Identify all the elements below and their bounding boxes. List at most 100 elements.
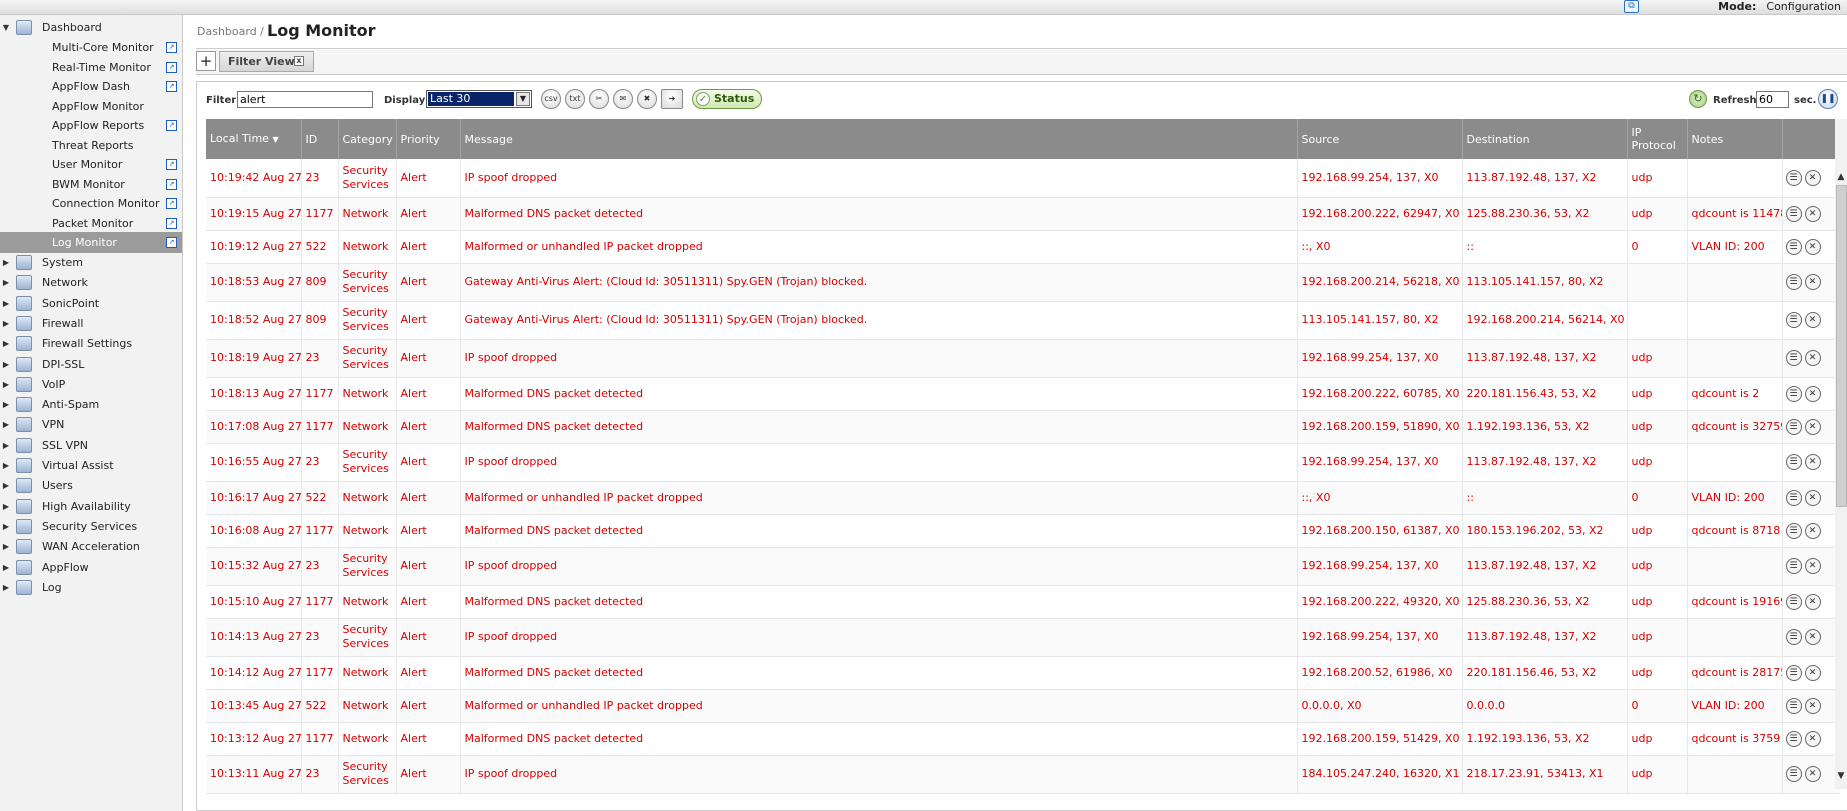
- delete-icon[interactable]: ✕: [1804, 454, 1821, 470]
- delete-icon[interactable]: ✕: [1804, 593, 1821, 610]
- collapsed-arrow-icon[interactable]: ▶: [0, 400, 12, 409]
- details-icon[interactable]: ☰: [1785, 629, 1802, 645]
- refresh-icon[interactable]: ↻: [1689, 90, 1707, 108]
- table-row[interactable]: 10:18:19 Aug 27 23 Security Services Alert I…: [206, 339, 1840, 378]
- sidebar-item-ssl-vpn[interactable]: ▶ SSL VPN: [0, 434, 182, 456]
- table-row[interactable]: 10:16:55 Aug 27 23 Security Services Alert I…: [206, 443, 1840, 482]
- sidebar-item-vpn[interactable]: ▶ VPN: [0, 414, 182, 436]
- collapsed-arrow-icon[interactable]: ▶: [0, 319, 12, 328]
- delete-icon[interactable]: ✕: [1804, 238, 1821, 255]
- sidebar-item-connection-monitor[interactable]: Connection Monitor ↗: [0, 193, 182, 214]
- display-range-select[interactable]: Last 30 minutes ▼: [426, 90, 532, 119]
- column-header-local-time[interactable]: Local Time ▼: [206, 119, 302, 159]
- popout-icon[interactable]: ↗: [166, 237, 177, 248]
- add-view-button[interactable]: +: [196, 51, 216, 71]
- collapsed-arrow-icon[interactable]: ▶: [0, 380, 12, 389]
- sidebar-item-appflow-dash[interactable]: AppFlow Dash ↗: [0, 76, 182, 97]
- popout-icon[interactable]: ↗: [166, 81, 177, 92]
- popout-icon[interactable]: ↗: [166, 159, 177, 170]
- table-row[interactable]: 10:13:11 Aug 27 23 Security Services Alert I…: [206, 755, 1840, 794]
- sidebar-item-wan-acceleration[interactable]: ▶ WAN Acceleration: [0, 536, 182, 558]
- delete-icon[interactable]: ✕: [1804, 489, 1821, 506]
- table-row[interactable]: 10:19:15 Aug 27 1177 Network Alert Malformed…: [206, 197, 1840, 231]
- scroll-up-icon[interactable]: ▲: [1835, 172, 1847, 183]
- restore-window-icon[interactable]: ⧉: [1624, 0, 1639, 13]
- sidebar-item-users[interactable]: ▶ Users: [0, 475, 182, 497]
- sidebar-item-dashboard[interactable]: ▼ Dashboard: [0, 16, 182, 38]
- vertical-scrollbar[interactable]: ▲ ▼: [1835, 119, 1847, 789]
- sidebar-item-threat-reports[interactable]: Threat Reports: [0, 135, 182, 156]
- status-button[interactable]: ✓ Status: [692, 89, 762, 109]
- delete-icon[interactable]: ✕: [1804, 274, 1821, 290]
- collapsed-arrow-icon[interactable]: ▶: [0, 420, 12, 429]
- table-row[interactable]: 10:19:12 Aug 27 522 Network Alert Malformed …: [206, 230, 1840, 264]
- sidebar-item-firewall[interactable]: ▶ Firewall: [0, 312, 182, 334]
- popout-icon[interactable]: ↗: [166, 178, 177, 190]
- collapsed-arrow-icon[interactable]: ▶: [0, 502, 12, 511]
- table-row[interactable]: 10:19:42 Aug 27 23 Security Services Alert I…: [206, 159, 1840, 198]
- delete-icon[interactable]: ✕: [1804, 522, 1821, 539]
- export-icon[interactable]: ➜: [661, 89, 683, 109]
- delete-icon[interactable]: ✕: [1804, 350, 1821, 366]
- column-header-id[interactable]: ID: [301, 119, 339, 159]
- popout-icon[interactable]: ↗: [166, 217, 177, 229]
- table-row[interactable]: 10:17:08 Aug 27 1177 Network Alert Malformed…: [206, 410, 1840, 444]
- delete-icon[interactable]: ✕: [1804, 558, 1821, 574]
- column-header-message[interactable]: Message: [460, 119, 1298, 159]
- table-row[interactable]: 10:14:12 Aug 27 1177 Network Alert Malformed…: [206, 656, 1840, 690]
- email-log-icon[interactable]: ✉: [613, 89, 633, 109]
- clear-log-icon[interactable]: ✖: [637, 89, 657, 109]
- chevron-down-icon[interactable]: ▼: [516, 92, 530, 106]
- sidebar-item-log-monitor[interactable]: Log Monitor ↗: [0, 232, 182, 253]
- details-icon[interactable]: ☰: [1785, 558, 1802, 574]
- sidebar-item-sonicpoint[interactable]: ▶ SonicPoint: [0, 292, 182, 314]
- mode-value[interactable]: Configuration: [1766, 0, 1841, 13]
- table-row[interactable]: 10:16:08 Aug 27 1177 Network Alert Malformed…: [206, 514, 1840, 548]
- breadcrumb[interactable]: Dashboard /: [197, 25, 264, 38]
- delete-icon[interactable]: ✕: [1804, 169, 1821, 186]
- details-icon[interactable]: ☰: [1785, 238, 1802, 255]
- sidebar-item-anti-spam[interactable]: ▶ Anti-Spam: [0, 394, 182, 416]
- delete-icon[interactable]: ✕: [1804, 385, 1821, 402]
- column-header-category[interactable]: Category: [338, 119, 397, 159]
- collapsed-arrow-icon[interactable]: ▶: [0, 522, 12, 531]
- details-icon[interactable]: ☰: [1785, 312, 1802, 328]
- sidebar-item-firewall-settings[interactable]: ▶ Firewall Settings: [0, 333, 182, 355]
- details-icon[interactable]: ☰: [1785, 522, 1802, 539]
- details-icon[interactable]: ☰: [1785, 730, 1802, 747]
- column-header-destination[interactable]: Destination: [1462, 119, 1628, 159]
- table-row[interactable]: 10:18:13 Aug 27 1177 Network Alert Malformed…: [206, 377, 1840, 411]
- export-csv-button[interactable]: csv: [541, 89, 561, 109]
- popout-icon[interactable]: ↗: [166, 61, 177, 73]
- delete-icon[interactable]: ✕: [1804, 205, 1821, 222]
- sidebar-item-user-monitor[interactable]: User Monitor ↗: [0, 154, 182, 175]
- table-row[interactable]: 10:13:12 Aug 27 1177 Network Alert Malformed…: [206, 722, 1840, 756]
- sidebar-item-voip[interactable]: ▶ VoIP: [0, 373, 182, 395]
- sidebar-item-system[interactable]: ▶ System: [0, 252, 182, 274]
- collapsed-arrow-icon[interactable]: ▶: [0, 583, 12, 592]
- sidebar-item-virtual-assist[interactable]: ▶ Virtual Assist: [0, 455, 182, 477]
- details-icon[interactable]: ☰: [1785, 205, 1802, 222]
- column-header-priority[interactable]: Priority: [396, 119, 461, 159]
- collapsed-arrow-icon[interactable]: ▶: [0, 542, 12, 551]
- table-row[interactable]: 10:18:53 Aug 27 809 Security Services Alert…: [206, 263, 1840, 302]
- delete-icon[interactable]: ✕: [1804, 730, 1821, 747]
- sidebar-item-security-services[interactable]: ▶ Security Services: [0, 515, 182, 537]
- column-header-notes[interactable]: Notes: [1687, 119, 1783, 159]
- column-header-ip-protocol[interactable]: IP Protocol: [1627, 119, 1688, 159]
- table-row[interactable]: 10:15:32 Aug 27 23 Security Services Alert I…: [206, 547, 1840, 586]
- details-icon[interactable]: ☰: [1785, 664, 1802, 681]
- filter-input[interactable]: [237, 91, 373, 108]
- sidebar-item-appflow-reports[interactable]: AppFlow Reports ↗: [0, 115, 182, 136]
- details-icon[interactable]: ☰: [1785, 385, 1802, 402]
- delete-icon[interactable]: ✕: [1804, 766, 1821, 782]
- collapsed-arrow-icon[interactable]: ▶: [0, 441, 12, 450]
- details-icon[interactable]: ☰: [1785, 697, 1802, 714]
- scrollbar-thumb[interactable]: [1836, 185, 1847, 507]
- collapsed-arrow-icon[interactable]: ▶: [0, 481, 12, 490]
- details-icon[interactable]: ☰: [1785, 593, 1802, 610]
- tab-filter-view[interactable]: Filter View x: [219, 51, 314, 72]
- collapsed-arrow-icon[interactable]: ▶: [0, 461, 12, 470]
- table-row[interactable]: 10:18:52 Aug 27 809 Security Services Alert…: [206, 301, 1840, 340]
- details-icon[interactable]: ☰: [1785, 274, 1802, 290]
